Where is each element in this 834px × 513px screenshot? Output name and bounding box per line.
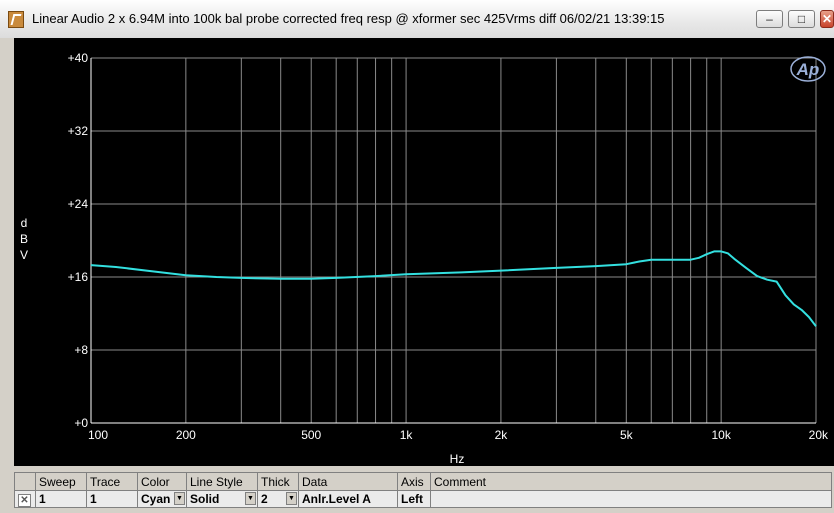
legend-thick-cell[interactable]: 2 ▼ (257, 490, 299, 508)
legend-header-row: Sweep Trace Color Line Style Thick Data … (14, 472, 832, 491)
legend-header-thick[interactable]: Thick (257, 472, 299, 491)
y-axis-label-char: V (20, 248, 28, 262)
maximize-button[interactable]: □ (788, 10, 815, 28)
legend-axis-cell[interactable]: Left (397, 490, 431, 508)
y-tick-label: +0 (74, 416, 88, 430)
legend-header-color[interactable]: Color (137, 472, 187, 491)
y-axis-label: dBV (20, 216, 28, 262)
plot-axes (90, 58, 816, 424)
app-icon[interactable] (8, 11, 24, 28)
legend-data-cell[interactable]: Anlr.Level A (298, 490, 398, 508)
x-tick-label: 2k (495, 428, 509, 442)
legend-header-comment[interactable]: Comment (430, 472, 832, 491)
y-tick-label: +16 (68, 270, 89, 284)
chevron-down-icon[interactable]: ▼ (245, 492, 256, 505)
x-tick-label: 100 (88, 428, 108, 442)
chevron-down-icon[interactable]: ▼ (286, 492, 297, 505)
y-tick-label: +40 (68, 51, 89, 65)
trace-enable-checkbox[interactable]: ✕ (14, 490, 36, 508)
legend-header-data[interactable]: Data (298, 472, 398, 491)
legend-header-axis[interactable]: Axis (397, 472, 431, 491)
x-tick-label: 10k (711, 428, 731, 442)
legend-line-style-value: Solid (190, 492, 220, 506)
legend-sweep-cell[interactable]: 1 (35, 490, 87, 508)
legend-header-trace[interactable]: Trace (86, 472, 138, 491)
close-icon: ✕ (821, 12, 833, 26)
x-tick-label: 20k (809, 428, 829, 442)
x-tick-label: 500 (301, 428, 321, 442)
maximize-icon: □ (797, 12, 806, 26)
y-axis-label-char: d (21, 216, 28, 230)
legend-header-select (14, 472, 36, 491)
y-tick-label: +24 (68, 197, 89, 211)
minimize-button[interactable]: ‒ (756, 10, 783, 28)
window-titlebar: Linear Audio 2 x 6.94M into 100k bal pro… (0, 0, 834, 39)
x-tick-labels: 100 200 500 1k 2k 5k 10k 20k (88, 428, 829, 442)
window-title: Linear Audio 2 x 6.94M into 100k bal pro… (32, 11, 665, 26)
y-tick-label: +8 (74, 343, 88, 357)
chevron-down-icon[interactable]: ▼ (174, 492, 185, 505)
series-line (90, 250, 817, 327)
legend-row[interactable]: ✕ 1 1 Cyan ▼ Solid ▼ 2 ▼ Anlr.Level A Left (14, 490, 832, 508)
y-tick-label: +32 (68, 124, 89, 138)
legend-header-line-style[interactable]: Line Style (186, 472, 258, 491)
legend-line-style-cell[interactable]: Solid ▼ (186, 490, 258, 508)
series-lines (90, 250, 817, 327)
legend-color-value: Cyan (141, 492, 171, 506)
frequency-response-chart[interactable]: +0 +8 +16 +24 +32 +40 100 200 500 1k 2k 5k 10k 20k d… (14, 38, 834, 466)
legend-trace-cell[interactable]: 1 (86, 490, 138, 508)
y-tick-labels: +0 +8 +16 +24 +32 +40 (68, 51, 89, 430)
plot-panel[interactable]: +0 +8 +16 +24 +32 +40 100 200 500 1k 2k 5k 10k 20k d… (14, 38, 834, 466)
x-tick-label: 5k (620, 428, 634, 442)
trace-legend-table: Sweep Trace Color Line Style Thick Data … (14, 466, 834, 513)
x-tick-label: 200 (176, 428, 196, 442)
legend-comment-cell[interactable] (430, 490, 832, 508)
legend-color-cell[interactable]: Cyan ▼ (137, 490, 187, 508)
y-axis-label-char: B (20, 232, 28, 246)
legend-header-sweep[interactable]: Sweep (35, 472, 87, 491)
legend-thick-value: 2 (261, 492, 268, 506)
close-button[interactable]: ✕ (820, 10, 834, 28)
minimize-icon: ‒ (766, 12, 773, 26)
grid-lines (90, 57, 817, 424)
x-axis-label: Hz (450, 452, 465, 466)
window-left-border (0, 38, 14, 513)
ap-logo: Ap (790, 56, 826, 82)
checkbox-x-icon: ✕ (18, 493, 31, 507)
x-tick-label: 1k (400, 428, 414, 442)
ap-logo-text: Ap (796, 60, 820, 79)
